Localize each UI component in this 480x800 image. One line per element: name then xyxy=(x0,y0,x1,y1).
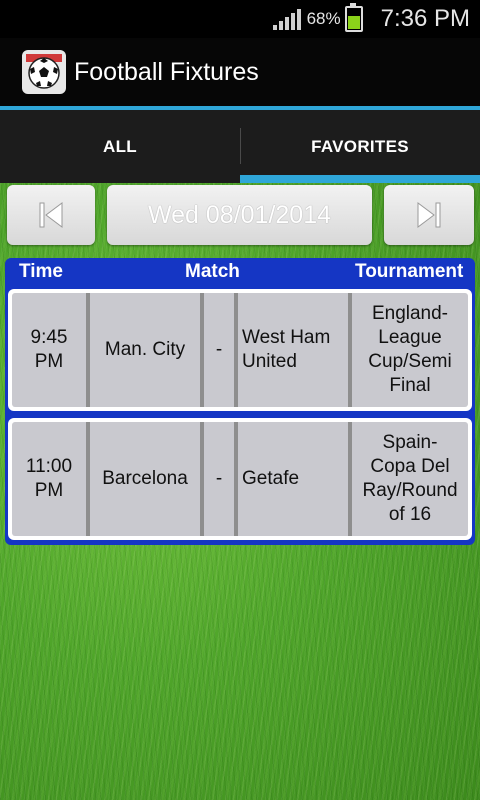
column-divider xyxy=(234,293,238,407)
signal-icon xyxy=(272,8,301,30)
match-separator: - xyxy=(215,468,223,489)
skip-previous-icon xyxy=(39,202,63,228)
tab-divider xyxy=(240,128,241,164)
tournament: England- League Cup/Semi Final xyxy=(368,303,452,396)
battery-icon xyxy=(344,3,363,32)
header-tournament: Tournament xyxy=(355,261,464,282)
soccer-ball-icon xyxy=(22,50,66,94)
fixture-row[interactable]: 9:45 PM Man. City - West Ham United Engl… xyxy=(8,289,472,411)
fixture-row[interactable]: 11:00 PM Barcelona - Getafe Spain- Copa … xyxy=(8,418,472,540)
action-bar: Football Fixtures xyxy=(0,38,480,106)
home-team: Man. City xyxy=(104,339,186,360)
clock: 7:36 PM xyxy=(380,5,470,32)
fixture-time: 9:45 PM xyxy=(30,327,68,372)
fixtures-table: Time Match Tournament 9:45 PM Man. City … xyxy=(5,258,475,545)
header-time: Time xyxy=(19,261,64,282)
next-day-button[interactable] xyxy=(384,185,474,245)
tournament: Spain- Copa Del Ray/Round of 16 xyxy=(362,432,458,525)
home-team: Barcelona xyxy=(102,468,188,489)
app-title: Football Fixtures xyxy=(74,57,259,86)
column-divider xyxy=(234,422,238,536)
current-date-button[interactable]: Wed 08/01/2014 xyxy=(107,185,372,245)
fixture-time: 11:00 PM xyxy=(25,456,73,501)
match-separator: - xyxy=(215,339,223,360)
tab-all[interactable]: ALL xyxy=(0,110,240,183)
previous-day-button[interactable] xyxy=(7,185,95,245)
away-team: West Ham United xyxy=(242,327,331,372)
status-bar: 68% 7:36 PM xyxy=(0,0,480,38)
header-match: Match xyxy=(185,261,240,282)
battery-percent: 68% xyxy=(306,9,341,28)
table-header: Time Match Tournament xyxy=(5,258,475,286)
skip-next-icon xyxy=(417,202,441,228)
away-team: Getafe xyxy=(242,468,300,489)
tab-favorites[interactable]: FAVORITES xyxy=(240,110,480,183)
